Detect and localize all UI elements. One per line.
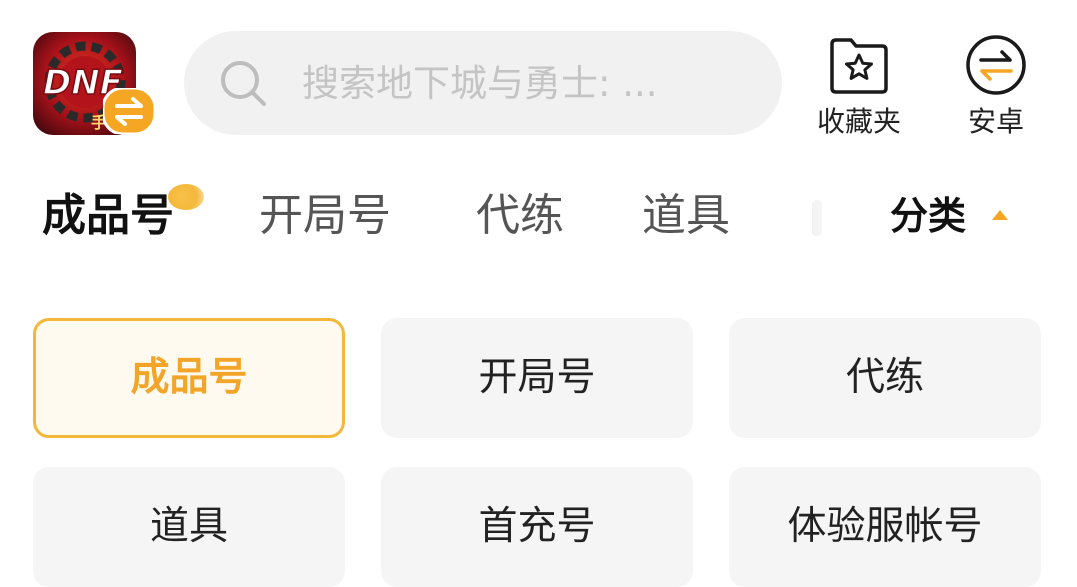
category-toggle-button[interactable]: 分类 xyxy=(890,186,966,246)
search-bar[interactable] xyxy=(184,31,782,135)
android-button[interactable]: 安卓 xyxy=(941,34,1051,144)
star-folder-icon xyxy=(830,38,888,94)
category-items[interactable]: 道具 xyxy=(33,467,345,587)
tab-starter-account[interactable]: 开局号 xyxy=(259,186,391,246)
swap-arrows-icon xyxy=(966,35,1026,95)
category-first-recharge-account[interactable]: 首充号 xyxy=(381,467,693,587)
search-input[interactable] xyxy=(302,31,742,135)
search-icon xyxy=(221,61,266,106)
tab-highlight-dot xyxy=(168,184,204,210)
tab-boosting[interactable]: 代练 xyxy=(476,186,564,246)
category-starter-account[interactable]: 开局号 xyxy=(381,318,693,438)
category-boosting[interactable]: 代练 xyxy=(729,318,1041,438)
favorites-label: 收藏夹 xyxy=(816,105,901,138)
logo-swap-badge-icon xyxy=(103,88,155,134)
tab-items[interactable]: 道具 xyxy=(642,186,730,246)
category-grid: 成品号 开局号 代练 道具 首充号 体验服帐号 xyxy=(33,318,1041,587)
caret-up-icon[interactable] xyxy=(990,208,1010,222)
tab-fade-overlay xyxy=(790,180,870,250)
tab-finished-account[interactable]: 成品号 xyxy=(42,186,174,246)
category-finished-account[interactable]: 成品号 xyxy=(33,318,345,438)
favorites-button[interactable]: 收藏夹 xyxy=(804,34,914,144)
category-test-server-account[interactable]: 体验服帐号 xyxy=(729,467,1041,587)
android-label: 安卓 xyxy=(967,105,1024,138)
